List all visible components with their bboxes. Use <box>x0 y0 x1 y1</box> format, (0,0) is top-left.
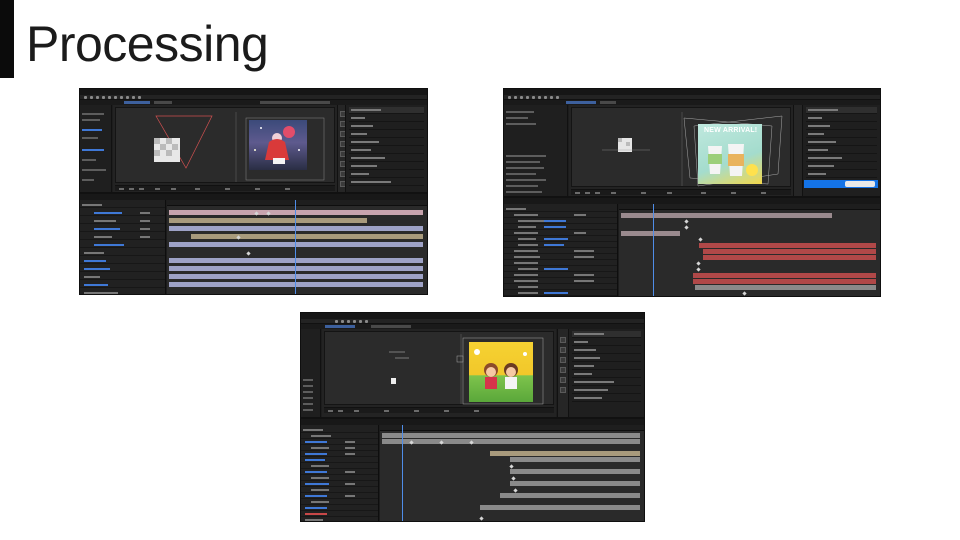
after-effects-screenshot-1 <box>79 88 428 295</box>
keyframe[interactable] <box>479 516 484 521</box>
layer-tracks <box>619 204 880 296</box>
drink-cups-illustration <box>708 144 758 176</box>
layer-bar[interactable] <box>693 273 876 278</box>
layer-bar[interactable] <box>382 439 640 444</box>
layer-bar[interactable] <box>693 279 876 284</box>
after-effects-screenshot-2: NEW ARRIVAL! <box>503 88 881 297</box>
effects-presets-panel <box>568 329 644 417</box>
time-ruler <box>167 200 427 206</box>
layer-bar[interactable] <box>510 481 640 486</box>
layer-bar[interactable] <box>169 258 423 263</box>
viewer-controls <box>571 189 791 195</box>
timeline-panel <box>504 196 880 296</box>
keyframe[interactable] <box>513 488 518 493</box>
time-ruler <box>619 204 880 210</box>
after-effects-screenshot-3 <box>300 312 645 522</box>
layer-bar[interactable] <box>169 242 423 247</box>
update-notification[interactable] <box>804 180 878 188</box>
layer-bar[interactable] <box>480 505 640 510</box>
project-panel <box>301 329 321 417</box>
viewer-controls <box>324 407 554 413</box>
playhead[interactable] <box>402 425 403 521</box>
timeline-panel <box>80 192 427 294</box>
layer-bar[interactable] <box>621 231 680 236</box>
slide-title: Processing <box>26 16 269 72</box>
girl-balloon-artwork <box>249 120 307 170</box>
keyframe[interactable] <box>742 291 747 296</box>
project-panel <box>504 105 568 197</box>
layer-bar[interactable] <box>169 226 423 231</box>
layer-bar[interactable] <box>490 451 640 456</box>
project-panel <box>80 105 112 193</box>
kids-park-artwork <box>469 342 533 402</box>
keyframe[interactable] <box>698 237 703 242</box>
time-ruler <box>380 425 644 431</box>
layer-bar[interactable] <box>703 255 876 260</box>
keyframe[interactable] <box>684 225 689 230</box>
layer-tracks <box>380 425 644 521</box>
composition-panel: NEW ARRIVAL! <box>569 105 793 197</box>
keyframe[interactable] <box>696 261 701 266</box>
layer-bar[interactable] <box>703 249 876 254</box>
layer-list <box>80 200 166 294</box>
playhead[interactable] <box>295 200 296 294</box>
review-and-install-button[interactable] <box>845 181 875 187</box>
girl-balloon-illustration <box>254 126 300 164</box>
layer-tracks <box>167 200 427 294</box>
layer-list <box>504 204 618 296</box>
layer-bar[interactable] <box>169 218 367 223</box>
composition-panel <box>322 329 556 417</box>
viewer-controls <box>115 185 335 191</box>
layer-list <box>301 425 379 521</box>
keyframe[interactable] <box>684 219 689 224</box>
keyframe[interactable] <box>696 267 701 272</box>
layer-bar[interactable] <box>695 285 876 290</box>
layer-bar[interactable] <box>510 457 640 462</box>
layer-bar[interactable] <box>169 282 423 287</box>
keyframe[interactable] <box>246 251 251 256</box>
layer-bar[interactable] <box>500 493 640 498</box>
layer-bar[interactable] <box>699 243 876 248</box>
layer-bar[interactable] <box>191 234 423 239</box>
new-arrival-artwork: NEW ARRIVAL! <box>698 124 762 184</box>
layer-bar[interactable] <box>510 469 640 474</box>
effects-presets-panel <box>345 105 427 193</box>
two-kids-illustration <box>474 349 527 389</box>
timeline-panel <box>301 417 644 521</box>
composition-viewer[interactable] <box>115 107 335 183</box>
title-accent-bar <box>0 0 14 78</box>
layer-bar[interactable] <box>169 266 423 271</box>
layer-bar[interactable] <box>169 274 423 279</box>
keyframe[interactable] <box>511 476 516 481</box>
keyframe[interactable] <box>509 464 514 469</box>
playhead[interactable] <box>653 204 654 296</box>
composition-viewer[interactable] <box>324 331 554 405</box>
composition-viewer[interactable]: NEW ARRIVAL! <box>571 107 791 187</box>
layer-bar[interactable] <box>382 433 640 438</box>
composition-panel <box>113 105 337 193</box>
layer-bar[interactable] <box>169 210 423 215</box>
